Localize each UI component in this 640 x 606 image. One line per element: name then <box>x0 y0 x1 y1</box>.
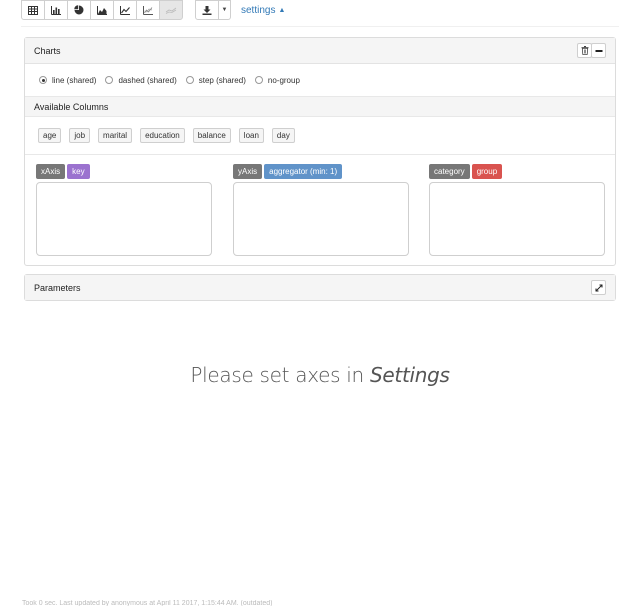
radio-label: dashed (shared) <box>118 75 177 85</box>
area-chart-button[interactable] <box>90 0 114 20</box>
bar-chart-icon <box>51 5 61 15</box>
category-drop-zone[interactable] <box>429 182 605 256</box>
radio-indicator[interactable] <box>254 76 263 84</box>
available-columns-heading: Available Columns <box>25 97 615 117</box>
settings-toggle-link[interactable]: settings ▲ <box>241 5 285 16</box>
column-tag-job[interactable]: job <box>69 128 91 143</box>
download-icon <box>202 5 212 15</box>
radio-dashed-shared[interactable]: dashed (shared) <box>105 75 177 85</box>
radio-indicator[interactable] <box>185 76 194 84</box>
caret-down-icon: ▼ <box>221 7 228 13</box>
message-settings-emphasis: Settings <box>370 363 450 387</box>
scatter-chart-button[interactable] <box>136 0 160 20</box>
parameters-panel-tools <box>591 280 606 295</box>
download-dropdown-toggle[interactable]: ▼ <box>219 0 231 20</box>
pie-chart-icon <box>74 5 84 15</box>
charts-panel-heading: Charts <box>25 38 615 64</box>
x-axis-block: xAxis key <box>36 164 212 256</box>
y-axis-label: yAxis <box>233 164 263 179</box>
area-chart-icon <box>97 5 107 15</box>
column-tag-marital[interactable]: marital <box>98 128 133 143</box>
minus-icon <box>595 49 602 52</box>
empty-state-message: Please set axes in Settings <box>0 363 640 387</box>
footer-status: Took 0 sec. Last updated by anonymous at… <box>22 600 273 606</box>
pie-chart-button[interactable] <box>67 0 91 20</box>
parameters-panel: Parameters <box>24 274 616 301</box>
charts-panel-tools <box>577 43 606 58</box>
multi-line-chart-icon <box>165 7 177 14</box>
expand-icon <box>595 284 602 291</box>
group-tag: group <box>471 164 503 179</box>
column-tag-day[interactable]: day <box>271 128 295 143</box>
column-tag-loan[interactable]: loan <box>238 128 264 143</box>
trash-icon <box>581 46 588 55</box>
download-button-group: ▼ <box>195 0 231 20</box>
x-axis-label: xAxis <box>36 164 66 179</box>
y-axis-drop-zone[interactable] <box>233 182 409 256</box>
radio-line-shared[interactable]: line (shared) <box>39 76 96 85</box>
column-tag-balance[interactable]: balance <box>192 128 231 143</box>
delete-button[interactable] <box>577 43 592 58</box>
parameters-panel-title: Parameters <box>34 282 81 293</box>
category-label: category <box>429 164 470 179</box>
line-chart-button[interactable] <box>113 0 137 20</box>
available-columns-title: Available Columns <box>34 101 109 112</box>
aggregator-tag: aggregator (min: 1) <box>264 164 343 179</box>
radio-indicator[interactable] <box>105 76 114 84</box>
radio-indicator[interactable] <box>39 76 47 84</box>
radio-label: line (shared) <box>52 75 97 85</box>
toolbar-divider <box>21 26 619 27</box>
x-axis-drop-zone[interactable] <box>36 182 212 256</box>
chart-type-button-group <box>21 0 183 20</box>
charts-panel-title: Charts <box>34 45 61 56</box>
key-tag: key <box>67 164 90 179</box>
line-chart-icon <box>120 5 130 15</box>
settings-label: settings <box>241 4 276 16</box>
grouping-radio-group: line (shared) dashed (shared) step (shar… <box>25 64 615 97</box>
radio-step-shared[interactable]: step (shared) <box>185 75 246 85</box>
table-icon <box>28 5 38 15</box>
expand-button[interactable] <box>591 280 606 295</box>
parameters-panel-heading: Parameters <box>25 275 615 300</box>
column-tag-education[interactable]: education <box>140 128 185 143</box>
download-button[interactable] <box>195 0 219 20</box>
axes-config-row: xAxis key yAxis aggregator (min: 1) cate… <box>25 155 615 265</box>
y-axis-block: yAxis aggregator (min: 1) <box>233 164 409 256</box>
radio-no-group[interactable]: no-group <box>254 75 300 85</box>
collapse-button[interactable] <box>591 43 606 58</box>
available-columns-list: age job marital education balance loan d… <box>25 117 615 155</box>
caret-up-icon: ▲ <box>278 6 286 14</box>
scatter-chart-icon <box>143 5 153 15</box>
toolbar: ▼ settings ▲ <box>21 0 285 20</box>
charts-panel: Charts line (shared) dashed (shared) ste… <box>24 37 616 266</box>
category-block: category group <box>429 164 605 256</box>
multi-line-chart-button[interactable] <box>159 0 183 20</box>
radio-label: step (shared) <box>198 75 246 85</box>
radio-label: no-group <box>267 75 300 85</box>
bar-chart-button[interactable] <box>44 0 68 20</box>
column-tag-age[interactable]: age <box>38 128 62 143</box>
message-prefix: Please set axes in <box>190 363 370 387</box>
table-view-button[interactable] <box>21 0 45 20</box>
